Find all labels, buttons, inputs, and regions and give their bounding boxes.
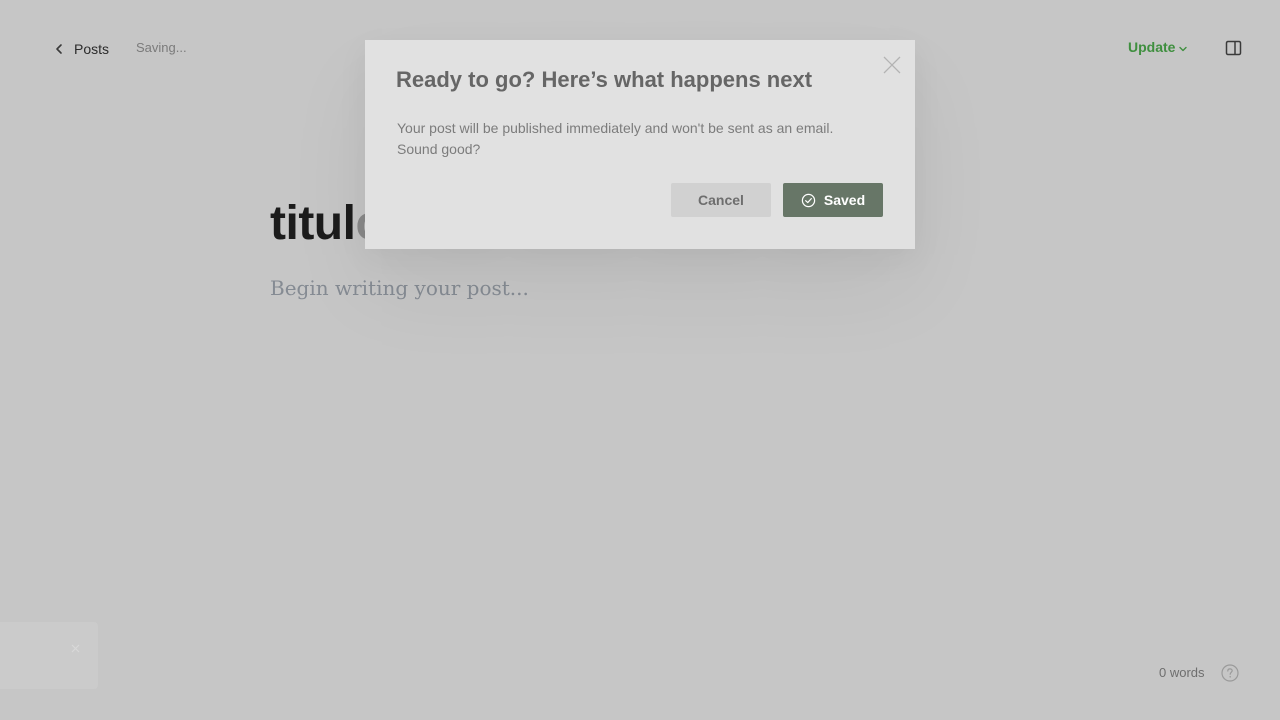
check-circle-icon: [801, 193, 816, 207]
back-link-label: Posts: [74, 41, 110, 57]
close-icon: [883, 56, 901, 74]
modal-message-line: Sound good?: [397, 141, 481, 157]
word-count: 0 words: [1159, 665, 1205, 680]
help-button[interactable]: [1221, 664, 1239, 682]
post-body-editor[interactable]: Begin writing your post...: [270, 276, 529, 300]
sidebar-toggle-button[interactable]: [1224, 39, 1244, 57]
toast-close-button[interactable]: [71, 640, 80, 653]
chevron-left-icon: [56, 44, 62, 54]
saved-button[interactable]: Saved: [783, 183, 883, 217]
help-icon: [1221, 664, 1239, 682]
publish-confirm-modal: Ready to go? Here’s what happens next Yo…: [365, 40, 915, 249]
notification-toast: [0, 622, 98, 689]
post-title-text: titul: [270, 197, 356, 250]
close-icon: [71, 644, 80, 653]
editor-page: Posts Saving... Update titulo Begin writ…: [0, 0, 1280, 720]
save-status: Saving...: [136, 40, 187, 55]
modal-close-button[interactable]: [883, 56, 901, 74]
update-button[interactable]: Update: [1128, 39, 1188, 55]
modal-message: Your post will be published immediately …: [397, 118, 867, 160]
saved-button-label: Saved: [823, 192, 866, 208]
update-button-label: Update: [1128, 39, 1176, 55]
cancel-button[interactable]: Cancel: [671, 183, 771, 217]
modal-title: Ready to go? Here’s what happens next: [396, 67, 813, 92]
chevron-down-icon: [1179, 46, 1188, 51]
back-to-posts-link[interactable]: Posts: [52, 38, 109, 60]
modal-message-line: Your post will be published immediately …: [397, 120, 834, 136]
sidebar-toggle-icon: [1225, 40, 1242, 56]
